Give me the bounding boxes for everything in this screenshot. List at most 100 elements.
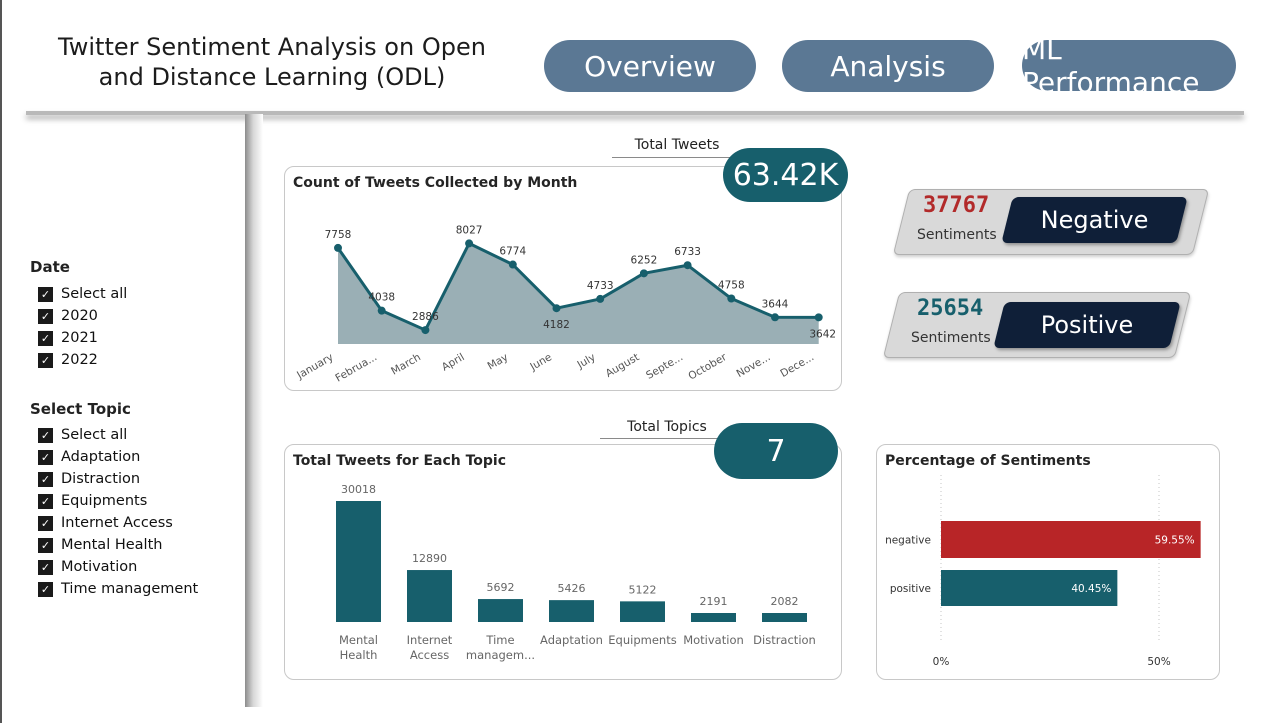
sentiment-category-label: positive: [890, 583, 931, 595]
date-filter-label: Select all: [61, 286, 128, 302]
x-tick-label: Nove...: [734, 351, 772, 380]
checkbox-checked-icon[interactable]: ✓: [38, 471, 53, 487]
data-point: [727, 294, 736, 303]
topic-bar-label: 12890: [412, 552, 447, 565]
positive-label: Positive: [1040, 311, 1134, 339]
topic-bar: [691, 613, 736, 622]
date-filter-select-all[interactable]: ✓ Select all: [38, 283, 127, 305]
x-tick-label: May: [485, 351, 510, 372]
page-title-line-2: and Distance Learning (ODL): [98, 63, 446, 91]
data-label: 6774: [499, 246, 526, 258]
checkbox-checked-icon[interactable]: ✓: [38, 427, 53, 443]
topic-tweets-card: Total Tweets for Each Topic 30018 Mental H…: [284, 444, 842, 680]
topic-tweets-chart: 30018 MentalHealth 12890 InternetAccess 5692…: [336, 483, 816, 662]
data-point: [771, 313, 779, 322]
data-label: 3642: [809, 328, 836, 340]
negative-label: Negative: [1040, 206, 1149, 234]
topic-filter-mental-health[interactable]: ✓ Mental Health: [38, 534, 198, 556]
checkbox-checked-icon[interactable]: ✓: [38, 581, 53, 597]
topic-filter-label: Motivation: [61, 559, 138, 575]
x-tick-label: April: [440, 351, 467, 373]
topic-bar: [620, 601, 665, 622]
sentiment-bar-label: 59.55%: [1155, 535, 1195, 547]
topic-filter-label: Select all: [61, 427, 128, 443]
topic-category-label: Time: [485, 633, 514, 647]
topic-filter-select-all[interactable]: ✓ Select all: [38, 424, 198, 446]
topic-category-label: Access: [410, 648, 449, 662]
checkbox-checked-icon[interactable]: ✓: [38, 493, 53, 509]
x-tick-label: August: [604, 351, 642, 380]
nav-overview-button[interactable]: Overview: [544, 40, 756, 92]
data-label: 4182: [543, 319, 570, 331]
x-tick-label: Dece...: [778, 351, 816, 380]
topic-filter-adaptation[interactable]: ✓ Adaptation: [38, 446, 198, 468]
window-left-edge: [0, 0, 2, 723]
sentiment-bar-label: 40.45%: [1071, 583, 1111, 595]
x-tick-label: October: [686, 351, 729, 383]
total-topics-value: 7: [714, 423, 838, 479]
data-point: [552, 304, 561, 313]
x-tick-label: 0%: [933, 656, 950, 668]
topic-category-label: Mental: [339, 633, 378, 647]
nav-analysis-button[interactable]: Analysis: [782, 40, 994, 92]
topic-bar-label: 2191: [700, 595, 728, 608]
total-topics-label: Total Topics: [627, 419, 707, 435]
topic-bar-label: 30018: [341, 483, 376, 496]
negative-sentiment-card: 37767 Sentiments Negative: [892, 189, 1210, 255]
area-fill: [338, 243, 819, 344]
topic-category-label: Motivation: [683, 633, 744, 647]
date-filter-2021[interactable]: ✓ 2021: [38, 327, 127, 349]
sentiment-category-label: negative: [885, 535, 931, 547]
topic-bar: [336, 501, 381, 622]
checkbox-checked-icon[interactable]: ✓: [38, 449, 53, 465]
topic-filter-equipments[interactable]: ✓ Equipments: [38, 490, 198, 512]
checkbox-checked-icon[interactable]: ✓: [38, 537, 53, 553]
topic-filter-distraction[interactable]: ✓ Distraction: [38, 468, 198, 490]
data-point: [465, 239, 474, 248]
x-tick-label: Septe...: [644, 351, 685, 382]
checkbox-checked-icon[interactable]: ✓: [38, 286, 53, 302]
topic-filter-label: Distraction: [61, 471, 141, 487]
topic-category-label: Distraction: [753, 633, 816, 647]
date-filter-label: 2021: [61, 330, 98, 346]
positive-sub-label: Sentiments: [911, 330, 991, 346]
topic-category-label: Health: [340, 648, 378, 662]
page-title-line-1: Twitter Sentiment Analysis on Open: [58, 33, 486, 61]
date-filter-2020[interactable]: ✓ 2020: [38, 305, 127, 327]
sentiment-percentage-card: Percentage of Sentiments 59.55% negative 4…: [876, 444, 1220, 680]
topic-bar: [478, 599, 523, 622]
topic-filter-motivation[interactable]: ✓ Motivation: [38, 556, 198, 578]
data-point: [596, 294, 605, 303]
topic-category-label: managem...: [466, 648, 535, 662]
topic-bar: [549, 600, 594, 622]
checkbox-checked-icon[interactable]: ✓: [38, 352, 53, 368]
checkbox-checked-icon[interactable]: ✓: [38, 330, 53, 346]
topic-bar: [407, 570, 452, 622]
data-point: [377, 306, 386, 315]
nav-ml-performance-button[interactable]: ML Performance: [1022, 33, 1236, 99]
positive-count: 25654: [917, 296, 984, 321]
topic-filter-internet-access[interactable]: ✓ Internet Access: [38, 512, 198, 534]
checkbox-checked-icon[interactable]: ✓: [38, 559, 53, 575]
date-filter-label: 2022: [61, 352, 98, 368]
data-point: [814, 313, 823, 322]
date-filter-2022[interactable]: ✓ 2022: [38, 349, 127, 371]
topic-filter-label: Time management: [61, 581, 199, 597]
date-filter-list: ✓ Select all ✓ 2020 ✓ 2021 ✓ 2022: [38, 283, 127, 371]
sidebar-divider: [245, 114, 263, 707]
data-label: 6733: [674, 246, 701, 258]
checkbox-checked-icon[interactable]: ✓: [38, 515, 53, 531]
topic-filter-list: ✓ Select all ✓ Adaptation ✓ Distraction ✓ Eq…: [38, 424, 198, 600]
total-tweets-underline: [612, 157, 742, 158]
topic-bar: [762, 613, 807, 622]
page-title: Twitter Sentiment Analysis on Open and D…: [58, 32, 486, 92]
negative-label-box: Negative: [1001, 197, 1188, 243]
date-filter-title: Date: [30, 258, 70, 276]
total-topics-underline: [600, 438, 734, 439]
data-point: [334, 243, 342, 252]
topic-filter-time-management[interactable]: ✓ Time management: [38, 578, 198, 600]
topic-category-label: Internet: [407, 633, 453, 647]
sentiment-percentage-chart: 59.55% negative 40.45% positive 0% 50%: [885, 475, 1201, 668]
data-point: [421, 326, 430, 335]
checkbox-checked-icon[interactable]: ✓: [38, 308, 53, 324]
